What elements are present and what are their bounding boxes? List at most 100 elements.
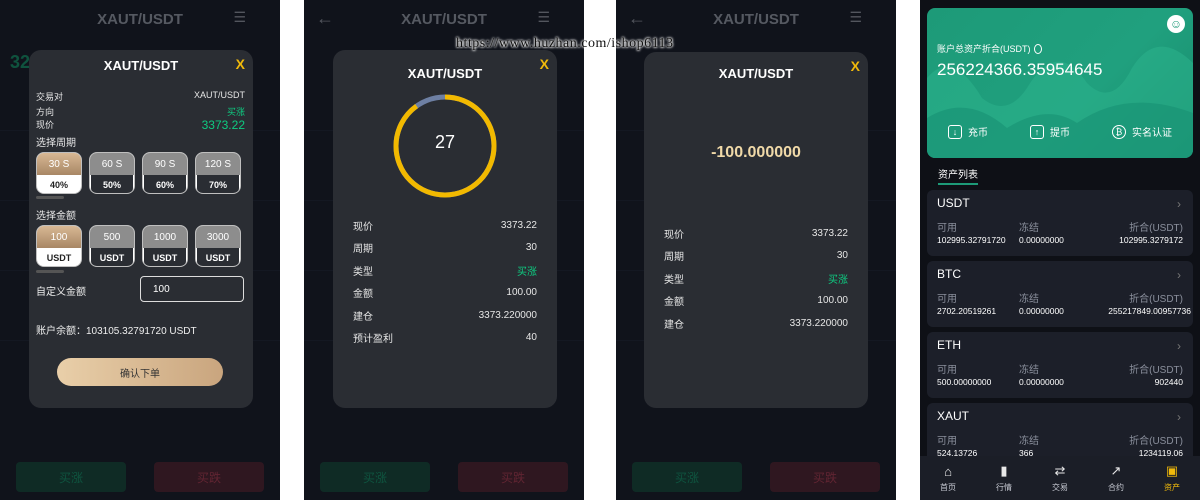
info-value: 3373.22 [811, 227, 848, 239]
amount-scrollbar[interactable] [36, 270, 64, 273]
bg-price: 32 [10, 52, 31, 72]
assets-screen: ☺ 账户总资产折合(USDT) 256224366.35954645 ↓ 充币 ↑… [920, 0, 1200, 500]
result-modal: XAUT/USDT X -100.000000 现价 3373.22 周期 30 类… [644, 52, 868, 408]
info-row: 建仓 3373.220000 [353, 304, 537, 327]
bg-trade-buttons: 买涨 买跌 [320, 462, 568, 492]
order-info-list: 现价 3373.22 周期 30 类型 买涨 金额 100.00 建仓 3373.2200… [353, 214, 537, 349]
amount-option[interactable]: 100 USDT [36, 225, 82, 267]
trend-icon: ↗ [1110, 463, 1122, 478]
asset-symbol: BTC [937, 267, 961, 281]
available-label: 可用 [937, 223, 957, 234]
action-label: 充币 [968, 128, 988, 139]
direction-row: 方向 买涨 [36, 105, 245, 118]
wallet-icon: ▣ [1165, 463, 1179, 478]
period-option[interactable]: 30 S 40% [36, 152, 82, 194]
pair-label: 交易对 [36, 92, 64, 102]
pair-row: 交易对 XAUT/USDT [36, 90, 245, 103]
bottom-tab-bar: ⌂ 首页 ▮ 行情 ⇄ 交易 ↗ 合约 ▣ 资产 [920, 456, 1200, 500]
equiv-label: 折合(USDT) [1129, 365, 1183, 376]
tab-underline [938, 183, 978, 185]
tab-label: 合约 [1108, 483, 1124, 492]
info-value: 3373.22 [500, 219, 537, 231]
info-label: 类型 [664, 274, 684, 286]
asset-list-tab[interactable]: 资产列表 [938, 166, 978, 181]
close-button[interactable]: X [236, 56, 245, 72]
amount-option[interactable]: 3000 USDT [195, 225, 241, 267]
order-screen: XAUT/USDT ☰ 32 买涨 买跌 XAUT/USDT X 交易对 XAU… [0, 0, 280, 500]
price-label: 现价 [36, 120, 55, 130]
info-row: 现价 3373.22 [664, 222, 848, 245]
amount-value: 3000 [196, 226, 240, 248]
available-label: 可用 [937, 436, 957, 447]
tab-trade[interactable]: ⇄ 交易 [1035, 463, 1085, 493]
info-value: 100.00 [817, 295, 848, 307]
watermark: https://www.huzhan.com/ishop6113 [456, 36, 674, 51]
period-scrollbar[interactable] [36, 196, 64, 199]
home-icon: ⌂ [944, 463, 952, 479]
info-value: 30 [525, 242, 537, 254]
tab-label: 行情 [996, 483, 1012, 492]
bg-buy-up: 买涨 [16, 462, 126, 492]
info-row: 金额 100.00 [664, 290, 848, 313]
info-label: 金额 [664, 297, 684, 309]
amount-value: 100 [37, 226, 81, 248]
frozen-label: 冻结 [1019, 294, 1039, 305]
total-assets-card: ☺ 账户总资产折合(USDT) 256224366.35954645 ↓ 充币 ↑… [927, 8, 1193, 158]
bg-buy-up: 买涨 [632, 462, 742, 492]
tab-market[interactable]: ▮ 行情 [979, 463, 1029, 493]
price-value: 3373.22 [201, 118, 245, 132]
asset-card[interactable]: BTC › 可用 冻结 折合(USDT) 2702.20519261 0.000… [927, 261, 1193, 327]
close-button[interactable]: X [540, 56, 549, 72]
menu-icon: ☰ [233, 9, 246, 25]
result-screen: ← XAUT/USDT ☰ 买涨 买跌 XAUT/USDT X -100.000… [616, 0, 896, 500]
custom-amount-label: 自定义金额 [36, 287, 86, 298]
total-assets-value: 256224366.35954645 [937, 60, 1103, 79]
confirm-order-button[interactable]: 确认下单 [57, 358, 223, 386]
period-option[interactable]: 60 S 50% [89, 152, 135, 194]
info-label: 预计盈利 [353, 334, 393, 346]
chevron-right-icon: › [1177, 339, 1181, 353]
amount-option[interactable]: 500 USDT [89, 225, 135, 267]
custom-amount-input[interactable] [140, 276, 244, 302]
info-row: 周期 30 [353, 237, 537, 260]
period-time: 120 S [196, 153, 240, 175]
equiv-value: 902440 [1154, 377, 1183, 387]
period-option[interactable]: 120 S 70% [195, 152, 241, 194]
frozen-label: 冻结 [1019, 365, 1039, 376]
eye-icon[interactable] [1033, 44, 1042, 54]
direction-label: 方向 [36, 107, 55, 117]
close-button[interactable]: X [851, 58, 860, 74]
info-value: 40 [525, 332, 537, 344]
frozen-label: 冻结 [1019, 436, 1039, 447]
tab-home[interactable]: ⌂ 首页 [923, 463, 973, 493]
amount-value: 500 [90, 226, 134, 248]
available-label: 可用 [937, 365, 957, 376]
info-label: 建仓 [353, 311, 373, 323]
amount-option[interactable]: 1000 USDT [142, 225, 188, 267]
action-label: 提币 [1050, 128, 1070, 139]
period-rate: 50% [91, 175, 133, 193]
asset-card[interactable]: ETH › 可用 冻结 折合(USDT) 500.00000000 0.0000… [927, 332, 1193, 398]
tab-assets[interactable]: ▣ 资产 [1147, 463, 1197, 493]
withdraw-button[interactable]: ↑ 提币 [1030, 124, 1070, 139]
info-row: 预计盈利 40 [353, 327, 537, 350]
verify-icon: ₿ [1112, 124, 1126, 139]
amount-value: 1000 [143, 226, 187, 248]
countdown-number: 27 [434, 132, 456, 152]
deposit-button[interactable]: ↓ 充币 [948, 124, 988, 139]
menu-icon: ☰ [849, 9, 862, 25]
asset-symbol: USDT [937, 196, 970, 210]
period-option[interactable]: 90 S 60% [142, 152, 188, 194]
countdown-screen: ← XAUT/USDT ☰ 买涨 买跌 XAUT/USDT X 27 现价 337… [304, 0, 584, 500]
info-value: 100.00 [506, 287, 537, 299]
info-row: 周期 30 [664, 245, 848, 268]
info-label: 现价 [353, 221, 373, 233]
chart-bars-icon: ▮ [1000, 463, 1008, 478]
verify-button[interactable]: ₿ 实名认证 [1112, 124, 1172, 139]
info-label: 建仓 [664, 319, 684, 331]
equiv-value: 102995.3279172 [1119, 235, 1183, 245]
period-section-title: 选择周期 [36, 138, 76, 149]
tab-contract[interactable]: ↗ 合约 [1091, 463, 1141, 493]
smile-icon[interactable]: ☺ [1167, 15, 1185, 33]
asset-card[interactable]: USDT › 可用 冻结 折合(USDT) 102995.32791720 0.… [927, 190, 1193, 256]
